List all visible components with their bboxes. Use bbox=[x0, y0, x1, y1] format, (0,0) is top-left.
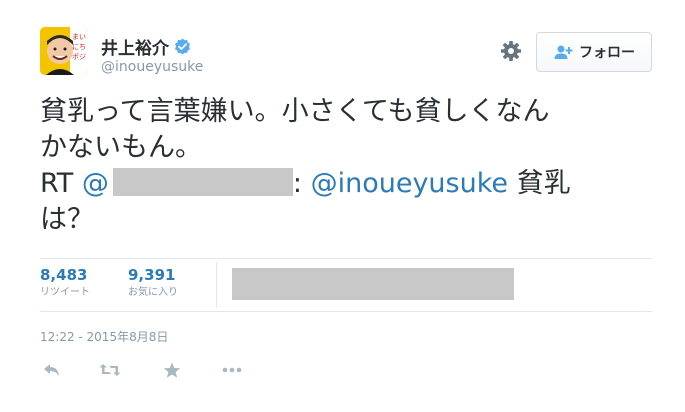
svg-text:ポジ: ポジ bbox=[72, 53, 86, 61]
retweet-count-label: リツイート bbox=[40, 287, 90, 298]
tweet-line-2: かないもん。 bbox=[40, 132, 202, 163]
retweet-icon[interactable] bbox=[98, 358, 122, 382]
more-dots-icon[interactable] bbox=[220, 358, 244, 382]
redacted-favoriter-avatars bbox=[232, 268, 514, 300]
profile-fullname[interactable]: 井上裕介 bbox=[101, 34, 191, 59]
retweet-count[interactable]: 8,483 リツイート bbox=[40, 266, 90, 300]
gear-icon[interactable] bbox=[500, 40, 522, 62]
stats-divider-top bbox=[40, 258, 652, 259]
stats-separator bbox=[216, 262, 217, 308]
rt-tail: 貧乳 bbox=[508, 168, 571, 199]
tweet-text: 貧乳って言葉嫌い。小さくても貧しくなん かないもん。 RT @: @inouey… bbox=[40, 94, 660, 238]
favorite-star-icon[interactable] bbox=[160, 358, 184, 382]
follow-user-icon bbox=[554, 45, 573, 59]
follow-button[interactable]: フォロー bbox=[536, 32, 652, 72]
favorite-count-value: 9,391 bbox=[128, 266, 176, 284]
reply-icon[interactable] bbox=[40, 358, 64, 382]
mention-inoueyusuke[interactable]: @inoueyusuke bbox=[311, 168, 508, 199]
favorite-count-label: お気に入り bbox=[128, 287, 178, 298]
tweet-line-4: は？ bbox=[40, 204, 94, 235]
tweet-line-3: RT @: @inoueyusuke 貧乳 bbox=[40, 166, 660, 202]
follow-label: フォロー bbox=[579, 45, 635, 61]
redacted-username bbox=[112, 168, 293, 196]
rt-colon: : bbox=[292, 168, 302, 199]
avatar[interactable]: まい にち ポジ bbox=[40, 27, 88, 75]
tweet-timestamp[interactable]: 12:22 - 2015年8月8日 bbox=[40, 328, 168, 345]
retweet-count-value: 8,483 bbox=[40, 266, 88, 284]
profile-username[interactable]: @inoueyusuke bbox=[101, 59, 203, 75]
tweet-line-1: 貧乳って言葉嫌い。小さくても貧しくなん bbox=[40, 96, 550, 127]
rt-prefix: RT bbox=[40, 168, 74, 199]
favorite-count[interactable]: 9,391 お気に入り bbox=[128, 266, 178, 300]
verified-badge-icon bbox=[174, 38, 191, 55]
redacted-mention-at[interactable]: @ bbox=[82, 168, 109, 199]
stats-divider-bottom bbox=[40, 311, 652, 312]
svg-text:まい: まい bbox=[72, 33, 86, 41]
fullname-text[interactable]: 井上裕介 bbox=[101, 34, 169, 59]
svg-text:にち: にち bbox=[72, 43, 86, 51]
